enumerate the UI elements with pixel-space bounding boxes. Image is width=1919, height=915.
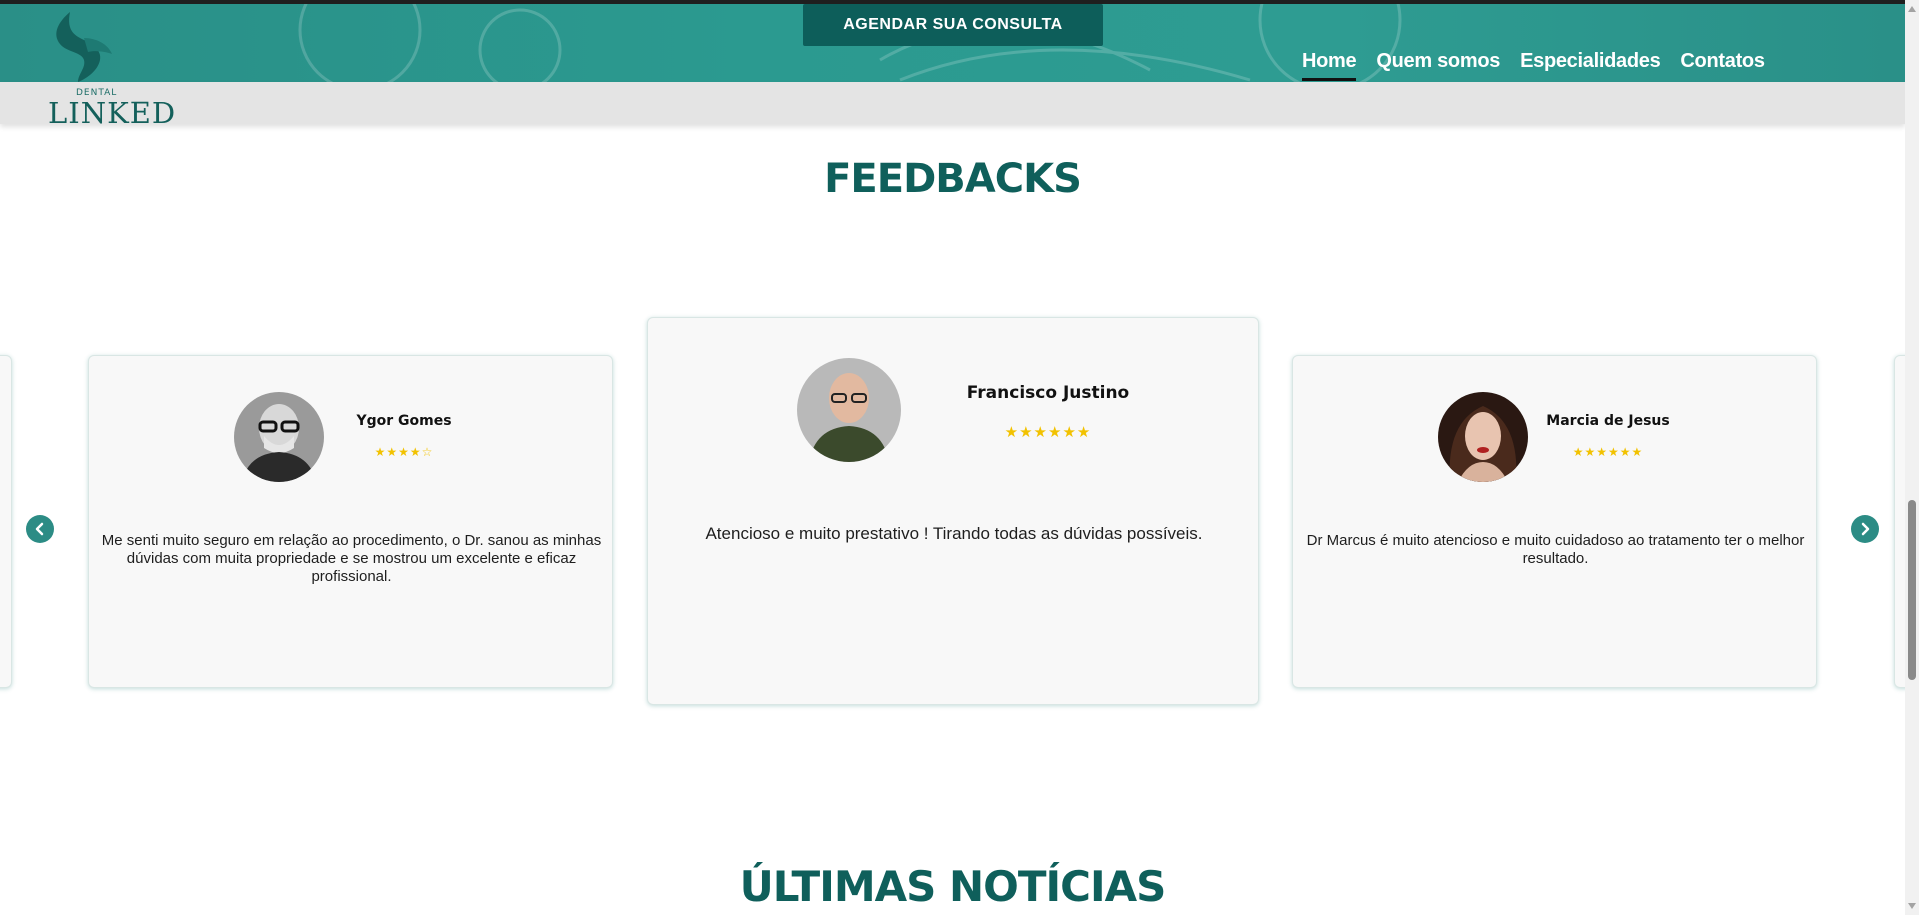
nav-item-especialidades[interactable]: Especialidades bbox=[1520, 50, 1661, 79]
scroll-down-icon[interactable] bbox=[1908, 903, 1916, 909]
scrollbar-thumb[interactable] bbox=[1908, 500, 1916, 680]
page-scrollbar[interactable] bbox=[1905, 0, 1919, 915]
nav-item-contatos[interactable]: Contatos bbox=[1680, 50, 1765, 79]
avatar bbox=[797, 358, 901, 462]
header-subbar bbox=[0, 82, 1905, 124]
feedback-card: Ygor Gomes ★★★★☆ Me senti muito seguro e… bbox=[88, 355, 613, 688]
reviewer-name: Marcia de Jesus bbox=[1546, 413, 1670, 429]
feedbacks-title: FEEDBACKS bbox=[824, 156, 1082, 202]
scroll-up-icon[interactable] bbox=[1908, 6, 1916, 12]
review-text: Atencioso e muito prestativo ! Tirando t… bbox=[705, 524, 1203, 543]
avatar bbox=[1438, 392, 1528, 482]
feedback-card: Marcia de Jesus ★★★★★★ Dr Marcus é muito… bbox=[1292, 355, 1817, 688]
star-rating: ★★★★★★ bbox=[1572, 445, 1644, 459]
dental-linked-logo[interactable]: DENTAL LINKED bbox=[48, 8, 175, 130]
tooth-logo-icon bbox=[56, 12, 112, 82]
reviewer-name: Francisco Justino bbox=[966, 383, 1130, 403]
star-rating: ★★★★★★ bbox=[1004, 424, 1092, 441]
review-text: Me senti muito seguro em relação ao proc… bbox=[101, 532, 602, 585]
chevron-right-icon bbox=[1861, 522, 1870, 536]
feedback-card-partial-left bbox=[0, 355, 12, 688]
main-nav: Home Quem somos Especialidades Contatos bbox=[1302, 50, 1765, 81]
carousel-prev-button[interactable] bbox=[26, 515, 54, 543]
star-rating: ★★★★☆ bbox=[374, 445, 434, 459]
schedule-appointment-button[interactable]: AGENDAR SUA CONSULTA bbox=[803, 4, 1103, 46]
review-text: Dr Marcus é muito atencioso e muito cuid… bbox=[1306, 532, 1805, 567]
feedback-card: Francisco Justino ★★★★★★ Atencioso e mui… bbox=[647, 317, 1259, 705]
carousel-next-button[interactable] bbox=[1851, 515, 1879, 543]
latest-news-title: ÚLTIMAS NOTÍCIAS bbox=[739, 862, 1167, 911]
chevron-left-icon bbox=[35, 522, 44, 536]
nav-item-home[interactable]: Home bbox=[1302, 50, 1357, 81]
avatar bbox=[234, 392, 324, 482]
logo-linked-text: LINKED bbox=[48, 96, 177, 130]
reviewer-name: Ygor Gomes bbox=[356, 413, 452, 429]
nav-item-quem-somos[interactable]: Quem somos bbox=[1376, 50, 1500, 79]
